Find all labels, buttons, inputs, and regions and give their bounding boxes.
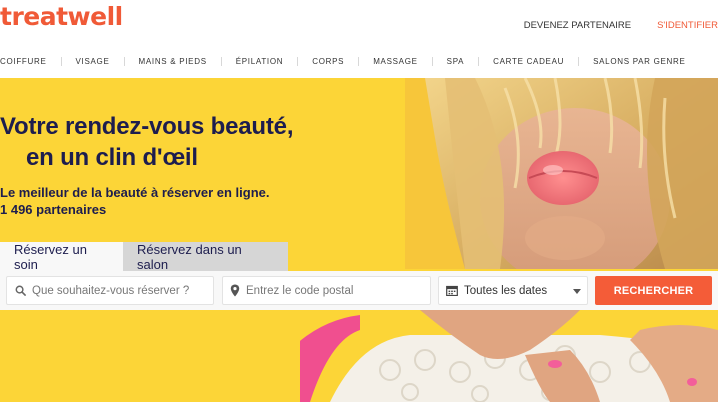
become-partner-link[interactable]: DEVENEZ PARTENAIRE xyxy=(524,20,631,31)
nav-item-carte-cadeau[interactable]: CARTE CADEAU xyxy=(493,57,564,66)
hero-banner: Votre rendez-vous beauté, en un clin d'œ… xyxy=(0,78,718,402)
headline-line-1: Votre rendez-vous beauté, xyxy=(0,113,294,140)
location-pin-icon xyxy=(230,284,240,297)
postal-code-input[interactable] xyxy=(246,284,430,297)
hero-subline: Le meilleur de la beauté à réserver en l… xyxy=(0,184,270,218)
category-nav: COIFFURE VISAGE MAINS & PIEDS ÉPILATION … xyxy=(0,54,718,68)
date-select[interactable]: Toutes les dates xyxy=(438,276,588,305)
chevron-down-icon xyxy=(573,289,581,294)
nav-divider xyxy=(60,56,62,66)
nav-divider xyxy=(578,56,580,66)
nav-divider xyxy=(431,56,433,66)
hero-photo-woman-face xyxy=(405,78,718,269)
calendar-icon xyxy=(446,285,458,296)
subline-tagline: Le meilleur de la beauté à réserver en l… xyxy=(0,185,270,200)
top-links: DEVENEZ PARTENAIRE S'IDENTIFIER xyxy=(524,20,718,31)
search-button[interactable]: RECHERCHER xyxy=(595,276,712,305)
nav-divider xyxy=(358,56,360,66)
treatment-search-input[interactable] xyxy=(32,284,213,297)
sign-in-link[interactable]: S'IDENTIFIER xyxy=(657,20,718,31)
date-select-value: Toutes les dates xyxy=(464,284,548,297)
booking-tabs: Réservez un soin Réservez dans un salon xyxy=(0,242,288,272)
nav-item-salons-par-genre[interactable]: SALONS PAR GENRE xyxy=(593,57,685,66)
nav-item-massage[interactable]: MASSAGE xyxy=(373,57,417,66)
search-panel: Toutes les dates RECHERCHER xyxy=(0,271,718,310)
tab-book-treatment[interactable]: Réservez un soin xyxy=(0,242,123,272)
treatwell-logo[interactable]: treatwell xyxy=(0,2,123,31)
tab-book-in-salon[interactable]: Réservez dans un salon xyxy=(123,242,288,272)
nav-item-coiffure[interactable]: COIFFURE xyxy=(0,57,47,66)
nav-item-spa[interactable]: SPA xyxy=(447,57,465,66)
hero-headline: Votre rendez-vous beauté, en un clin d'œ… xyxy=(0,111,293,173)
nav-divider xyxy=(123,56,125,66)
headline-line-2: en un clin d'œil xyxy=(26,144,198,171)
site-header: treatwell DEVENEZ PARTENAIRE S'IDENTIFIE… xyxy=(0,0,718,78)
nav-divider xyxy=(297,56,299,66)
hero-photo-lace-top xyxy=(300,310,718,402)
partner-count: 1 496 partenaires xyxy=(0,202,107,217)
postal-code-field[interactable] xyxy=(222,276,431,305)
search-icon xyxy=(15,285,26,296)
nav-divider xyxy=(478,56,480,66)
nav-item-mains-pieds[interactable]: MAINS & PIEDS xyxy=(139,57,207,66)
nav-item-visage[interactable]: VISAGE xyxy=(76,57,110,66)
nav-item-corps[interactable]: CORPS xyxy=(312,57,344,66)
nav-divider xyxy=(220,56,222,66)
treatment-search-field[interactable] xyxy=(6,276,214,305)
nav-item-epilation[interactable]: ÉPILATION xyxy=(236,57,284,66)
